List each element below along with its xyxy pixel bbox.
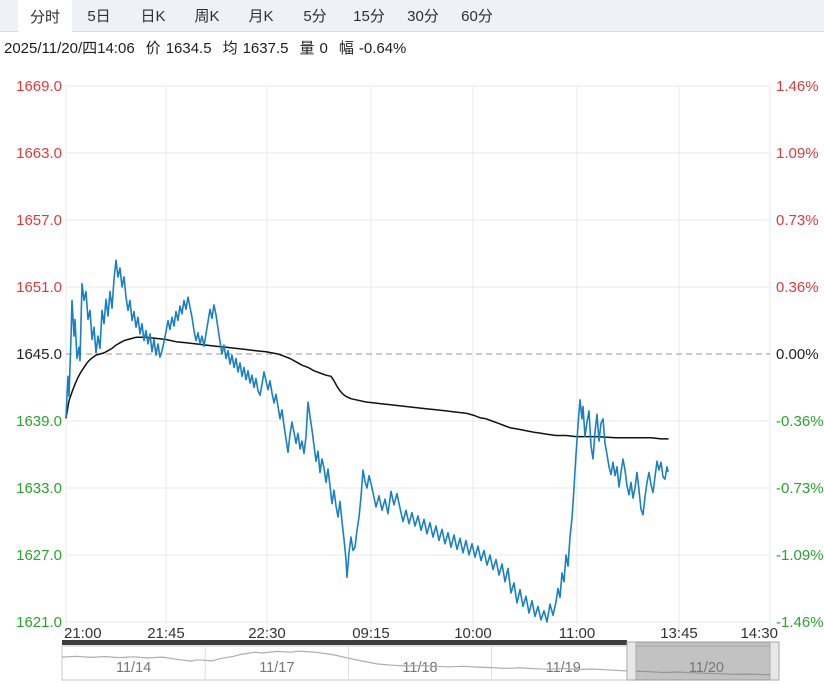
y-axis-label-left: 1669.0 bbox=[16, 78, 62, 95]
y-axis-label-left: 1633.0 bbox=[16, 480, 62, 497]
tab-timeline[interactable]: 分时 bbox=[18, 0, 72, 33]
navigator-handle-right[interactable] bbox=[769, 641, 780, 681]
navigator-date-label: 11/14 bbox=[116, 660, 151, 676]
y-axis-label-right: -1.46% bbox=[776, 614, 824, 631]
y-axis-label-left: 1645.0 bbox=[16, 346, 62, 363]
x-axis-bar bbox=[62, 640, 627, 645]
y-axis-label-right: 0.36% bbox=[776, 279, 819, 296]
main-chart: 21:0021:4522:3009:1510:0011:0013:4514:30… bbox=[16, 76, 824, 681]
navigator-date-label: 11/17 bbox=[259, 660, 294, 676]
y-axis-label-left: 1627.0 bbox=[16, 547, 62, 564]
y-axis-label-left: 1639.0 bbox=[16, 413, 62, 430]
chart-plot-area[interactable] bbox=[66, 76, 770, 639]
navigator-handle-left[interactable] bbox=[626, 641, 637, 681]
navigator-selection[interactable] bbox=[626, 641, 780, 681]
navigator-date-label: 11/18 bbox=[402, 660, 437, 676]
y-axis-label-right: 0.73% bbox=[776, 212, 819, 229]
y-axis-label-right: -0.36% bbox=[776, 413, 824, 430]
y-axis-label-right: -0.73% bbox=[776, 480, 824, 497]
y-axis-label-left: 1651.0 bbox=[16, 279, 62, 296]
y-axis-label-right: 0.00% bbox=[776, 346, 819, 363]
y-axis-label-left: 1621.0 bbox=[16, 614, 62, 631]
y-axis-label-right: -1.09% bbox=[776, 547, 824, 564]
y-axis-label-left: 1663.0 bbox=[16, 145, 62, 162]
y-axis-label-right: 1.09% bbox=[776, 145, 819, 162]
y-axis-label-right: 1.46% bbox=[776, 78, 819, 95]
y-axis-label-left: 1657.0 bbox=[16, 212, 62, 229]
